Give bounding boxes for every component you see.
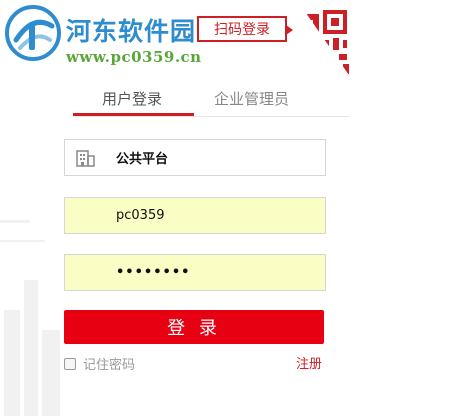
remember-password[interactable]: 记住密码 (64, 354, 135, 373)
watermark-title: 河东软件园 (66, 17, 197, 46)
password-field[interactable]: •••••••• (64, 254, 326, 291)
watermark-url: www.pc0359.cn (66, 48, 202, 66)
tab-user-login[interactable]: 用户登录 (102, 88, 162, 109)
tab-divider (73, 116, 349, 117)
qr-code-icon[interactable] (297, 0, 351, 78)
organization-value: 公共平台 (116, 152, 169, 167)
active-tab-indicator (73, 113, 194, 116)
password-value: •••••••• (116, 265, 191, 280)
organization-field[interactable]: 公共平台 (64, 139, 326, 176)
login-button[interactable]: 登 录 (64, 310, 324, 344)
remember-label: 记住密码 (83, 358, 136, 373)
scan-login-label: 扫码登录 (214, 22, 270, 38)
building-icon (76, 150, 95, 167)
username-value: pc0359 (116, 208, 165, 223)
scan-login-tooltip[interactable]: 扫码登录 (197, 16, 293, 42)
watermark-logo-icon (5, 5, 61, 61)
remember-checkbox[interactable] (64, 357, 76, 370)
tab-enterprise-admin[interactable]: 企业管理员 (214, 88, 289, 109)
username-field[interactable]: pc0359 (64, 197, 326, 234)
register-link[interactable]: 注册 (296, 353, 322, 372)
